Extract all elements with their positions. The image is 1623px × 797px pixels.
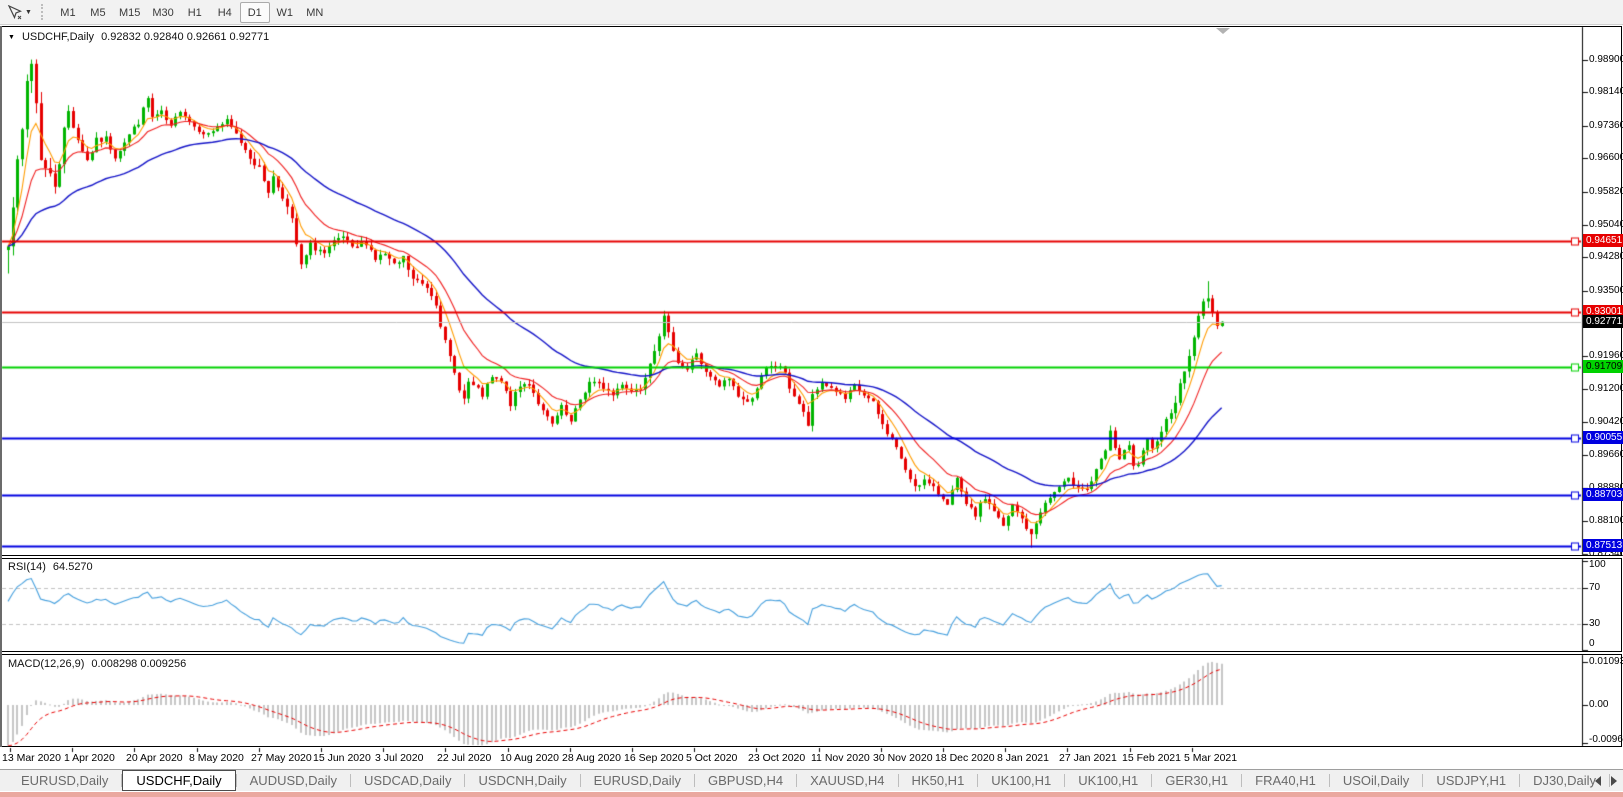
tab-ger30-h1[interactable]: GER30,H1 — [1152, 771, 1241, 790]
date-axis-label: 1 Apr 2020 — [64, 752, 115, 764]
rsi-scale-label: 30 — [1589, 618, 1601, 629]
macd-values: 0.008298 0.009256 — [91, 658, 187, 670]
price-axis-tick: 0.88100 — [1589, 515, 1623, 526]
price-level-badge: 0.94651 — [1583, 234, 1623, 247]
chart-symbol-title: USDCHF,Daily — [21, 31, 95, 43]
date-axis-label: 22 Jul 2020 — [437, 752, 492, 764]
price-level-badge: 0.91709 — [1583, 360, 1623, 373]
tab-eurusd-daily[interactable]: EURUSD,Daily — [581, 771, 694, 790]
rsi-value: 64.5270 — [52, 561, 93, 573]
price-axis-tick: 0.95820 — [1589, 186, 1623, 197]
price-axis-tick: 0.89660 — [1589, 449, 1623, 460]
price-axis-tick: 0.96600 — [1589, 152, 1623, 163]
date-axis-label: 13 Mar 2020 — [2, 752, 61, 764]
chart-title: ▼ USDCHF,Daily 0.92832 0.92840 0.92661 0… — [8, 31, 269, 43]
chart-menu-arrow-icon: ▼ — [8, 33, 15, 41]
tab-gbpusd-h4[interactable]: GBPUSD,H4 — [695, 771, 796, 790]
tab-xauusd-h4[interactable]: XAUUSD,H4 — [797, 771, 897, 790]
bottom-window-edge — [0, 792, 1623, 797]
price-axis-tick: 0.98140 — [1589, 86, 1623, 97]
chart-shift-marker[interactable] — [1216, 28, 1230, 34]
tab-hk50-h1[interactable]: HK50,H1 — [899, 771, 978, 790]
macd-scale-label: -0.00965 — [1589, 734, 1623, 745]
date-axis-label: 18 Dec 2020 — [935, 752, 995, 764]
date-axis-label: 5 Oct 2020 — [686, 752, 738, 764]
date-axis-label: 27 May 2020 — [251, 752, 312, 764]
macd-indicator-label: MACD(12,26,9) 0.008298 0.009256 — [8, 658, 186, 670]
date-axis-label: 11 Nov 2020 — [811, 752, 870, 764]
price-axis-tick: 0.91200 — [1589, 383, 1623, 394]
date-axis-label: 16 Sep 2020 — [624, 752, 684, 764]
tab-usdjpy-h1[interactable]: USDJPY,H1 — [1423, 771, 1519, 790]
price-axis-tick: 0.90420 — [1589, 416, 1623, 427]
price-level-badge: 0.88703 — [1583, 488, 1623, 501]
rsi-scale-label: 100 — [1589, 559, 1606, 570]
date-axis-label: 8 Jan 2021 — [997, 752, 1049, 764]
tab-audusd-daily[interactable]: AUDUSD,Daily — [237, 771, 350, 790]
date-axis-label: 23 Oct 2020 — [748, 752, 806, 764]
macd-scale-label: 0.00 — [1589, 699, 1609, 710]
symbol-tab-bar: EURUSD,Daily USDCHF,Daily AUDUSD,Daily USDC… — [0, 769, 1623, 791]
rsi-name: RSI(14) — [8, 561, 46, 573]
date-axis-label: 27 Jan 2021 — [1059, 752, 1117, 764]
price-level-badge: 0.87513 — [1583, 539, 1623, 552]
price-axis-tick: 0.97360 — [1589, 120, 1623, 131]
date-axis-label: 20 Apr 2020 — [126, 752, 183, 764]
price-level-badge: 0.90055 — [1583, 431, 1623, 444]
price-axis-tick: 0.98900 — [1589, 54, 1623, 65]
chart-ohlc-values: 0.92832 0.92840 0.92661 0.92771 — [101, 31, 270, 43]
date-axis-label: 15 Jun 2020 — [313, 752, 371, 764]
rsi-scale-label: 0 — [1589, 638, 1595, 649]
rsi-indicator-label: RSI(14) 64.5270 — [8, 561, 93, 573]
price-axis-tick: 0.95040 — [1589, 219, 1623, 230]
tab-usoil-daily[interactable]: USOil,Daily — [1330, 771, 1422, 790]
date-axis-label: 3 Jul 2020 — [375, 752, 424, 764]
date-axis-label: 8 May 2020 — [189, 752, 244, 764]
price-axis-tick: 0.93500 — [1589, 285, 1623, 296]
date-axis-label: 10 Aug 2020 — [500, 752, 559, 764]
tab-uk100-h1[interactable]: UK100,H1 — [1065, 771, 1151, 790]
tab-usdcad-daily[interactable]: USDCAD,Daily — [351, 771, 464, 790]
date-axis-label: 30 Nov 2020 — [873, 752, 933, 764]
chart-canvas[interactable] — [0, 0, 1623, 797]
date-axis-label: 28 Aug 2020 — [562, 752, 621, 764]
date-axis-label: 5 Mar 2021 — [1184, 752, 1238, 764]
tab-scroll-right-icon[interactable] — [1611, 776, 1617, 786]
tab-eurusd-daily[interactable]: EURUSD,Daily — [8, 771, 121, 790]
price-axis-tick: 0.94280 — [1589, 251, 1623, 262]
macd-scale-label: 0.010933 — [1589, 656, 1623, 667]
tab-scroll-left-icon[interactable] — [1595, 776, 1601, 786]
macd-name: MACD(12,26,9) — [8, 658, 85, 670]
current-price-badge: 0.92771 — [1583, 315, 1623, 328]
tab-usdchf-daily[interactable]: USDCHF,Daily — [122, 770, 236, 791]
tab-fra40-h1[interactable]: FRA40,H1 — [1242, 771, 1329, 790]
tab-uk100-h1[interactable]: UK100,H1 — [978, 771, 1064, 790]
tab-usdcnh-daily[interactable]: USDCNH,Daily — [465, 771, 579, 790]
rsi-scale-label: 70 — [1589, 582, 1601, 593]
date-axis-label: 15 Feb 2021 — [1122, 752, 1181, 764]
